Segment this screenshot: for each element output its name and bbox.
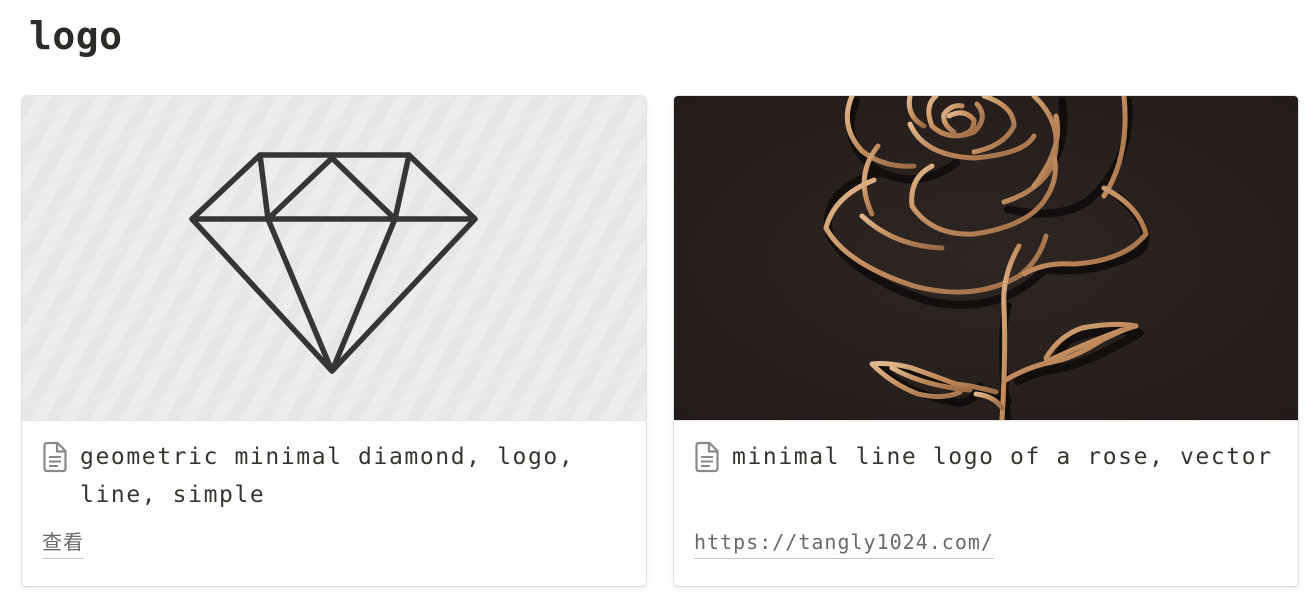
page-title: logo (29, 14, 123, 58)
gallery-card-diamond[interactable]: geometric minimal diamond, logo, line, s… (22, 96, 646, 586)
card-title[interactable]: geometric minimal diamond, logo, line, s… (80, 438, 632, 514)
card-url-link[interactable]: https://tangly1024.com/ (694, 526, 994, 559)
card-title[interactable]: minimal line logo of a rose, vector (732, 438, 1284, 476)
gallery-card-rose[interactable]: minimal line logo of a rose, vector http… (674, 96, 1298, 586)
cover-divider (674, 420, 1298, 421)
rose-logo-icon (674, 96, 1298, 420)
cover-divider (22, 420, 646, 421)
card-cover-image (674, 96, 1298, 420)
card-view-link[interactable]: 查看 (42, 526, 84, 559)
card-title-row[interactable]: geometric minimal diamond, logo, line, s… (42, 438, 632, 514)
diamond-logo-icon (22, 96, 646, 420)
card-title-row[interactable]: minimal line logo of a rose, vector (694, 438, 1284, 476)
card-cover-image (22, 96, 646, 420)
page-icon (695, 441, 719, 473)
page-icon (43, 441, 67, 473)
